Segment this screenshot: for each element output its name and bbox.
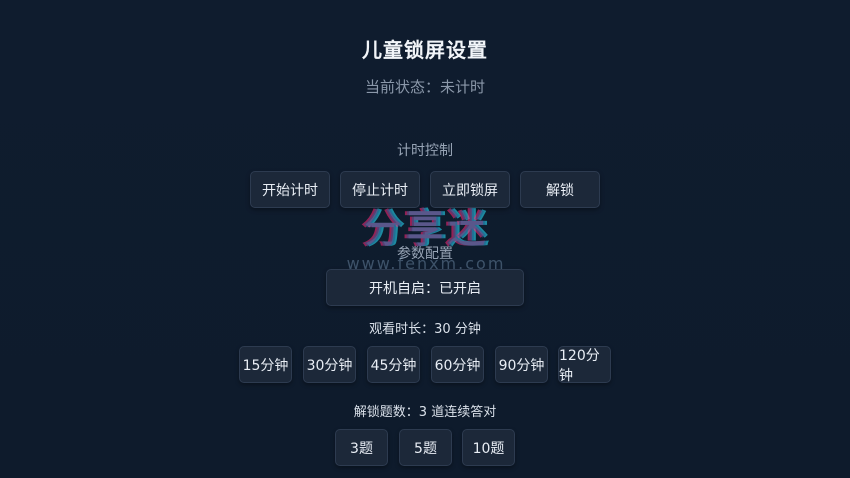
timer-control-heading: 计时控制 [397,143,453,159]
autostart-toggle-button[interactable]: 开机自启：已开启 [326,269,524,306]
duration-option-45[interactable]: 45分钟 [367,346,420,383]
unlock-option-5[interactable]: 5题 [399,429,452,466]
stop-timer-button[interactable]: 停止计时 [340,171,420,208]
unlock-option-3[interactable]: 3题 [335,429,388,466]
duration-option-120[interactable]: 120分钟 [558,346,611,384]
duration-option-90[interactable]: 90分钟 [495,346,548,383]
page-title: 儿童锁屏设置 [362,38,488,62]
watch-duration-label: 观看时长：30 分钟 [369,322,481,337]
lock-now-button[interactable]: 立即锁屏 [430,171,510,208]
unlock-button[interactable]: 解锁 [520,171,600,208]
current-status: 当前状态：未计时 [364,78,485,96]
unlock-questions-label: 解锁题数：3 道连续答对 [353,405,497,420]
duration-option-15[interactable]: 15分钟 [239,346,292,383]
duration-option-30[interactable]: 30分钟 [303,346,356,383]
config-heading: 参数配置 [397,246,453,262]
duration-option-60[interactable]: 60分钟 [431,346,484,383]
start-timer-button[interactable]: 开始计时 [250,171,330,208]
watermark: 分享迷 www.fenxm.com [336,196,516,280]
unlock-option-10[interactable]: 10题 [462,429,515,466]
child-lock-settings-screen: 儿童锁屏设置 当前状态：未计时 计时控制 开始计时 停止计时 立即锁屏 解锁 参… [0,0,850,478]
